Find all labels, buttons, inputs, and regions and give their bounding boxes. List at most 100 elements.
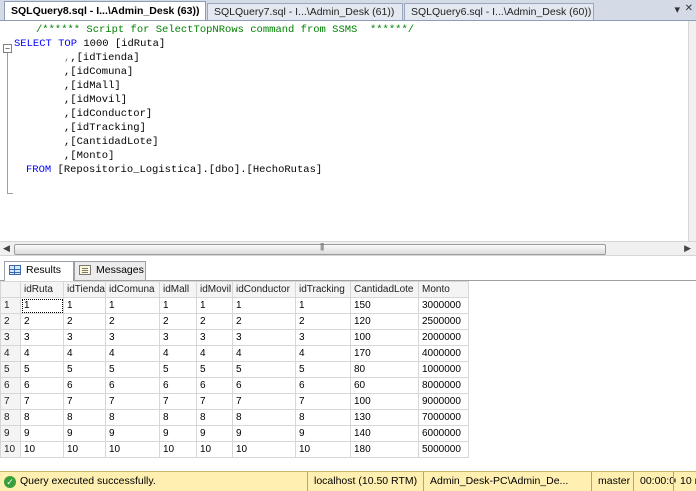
grid-cell[interactable]: 1 <box>159 297 197 314</box>
grid-cell[interactable]: 5 <box>295 361 351 378</box>
grid-cell[interactable]: 7 <box>159 393 197 410</box>
tab-messages[interactable]: Messages <box>74 261 146 280</box>
grid-cell[interactable]: 4000000 <box>418 345 469 362</box>
row-number[interactable]: 2 <box>0 313 21 330</box>
tab-sqlquery6[interactable]: SQLQuery6.sql - I...\Admin_Desk (60)) <box>404 3 594 20</box>
grid-cell[interactable]: 7 <box>295 393 351 410</box>
grid-cell[interactable]: 4 <box>196 345 233 362</box>
grid-cell[interactable]: 9000000 <box>418 393 469 410</box>
grid-cell[interactable]: 1 <box>196 297 233 314</box>
grid-cell[interactable]: 5 <box>159 361 197 378</box>
row-number[interactable]: 7 <box>0 393 21 410</box>
tab-sqlquery8[interactable]: SQLQuery8.sql - I...\Admin_Desk (63)) <box>4 1 206 20</box>
grid-cell[interactable]: 6 <box>295 377 351 394</box>
row-number[interactable]: 9 <box>0 425 21 442</box>
scrollbar-thumb[interactable]: ||| <box>14 242 606 255</box>
table-row[interactable]: 4 4 4 4 4 4 4 4 170 4000000 <box>0 345 469 362</box>
grid-cell[interactable]: 1 <box>20 297 64 314</box>
grid-cell[interactable]: 10 <box>295 441 351 458</box>
table-row[interactable]: 9 9 9 9 9 9 9 9 140 6000000 <box>0 425 469 442</box>
grid-cell[interactable]: 5 <box>105 361 160 378</box>
table-row[interactable]: 7 7 7 7 7 7 7 7 100 9000000 <box>0 393 469 410</box>
table-row[interactable]: 6 6 6 6 6 6 6 6 60 8000000 <box>0 377 469 394</box>
column-header[interactable]: idMovil <box>196 281 233 298</box>
grid-cell[interactable]: 9 <box>295 425 351 442</box>
grid-cell[interactable]: 2 <box>63 313 106 330</box>
table-row[interactable]: 1 1 1 1 1 1 1 1 150 3000000 <box>0 297 469 314</box>
grid-cell[interactable]: 8 <box>196 409 233 426</box>
grid-cell[interactable]: 4 <box>20 345 64 362</box>
grid-cell[interactable]: 10 <box>232 441 296 458</box>
column-header[interactable]: CantidadLote <box>350 281 419 298</box>
column-header[interactable]: Monto <box>418 281 469 298</box>
grid-cell[interactable]: 6 <box>196 377 233 394</box>
grid-cell[interactable]: 2 <box>295 313 351 330</box>
corner-cell[interactable] <box>0 281 21 298</box>
grid-cell[interactable]: 3 <box>196 329 233 346</box>
grid-cell[interactable]: 7 <box>105 393 160 410</box>
grid-cell[interactable]: 3 <box>295 329 351 346</box>
grid-cell[interactable]: 8 <box>232 409 296 426</box>
grid-cell[interactable]: 2 <box>159 313 197 330</box>
grid-cell[interactable]: 6 <box>232 377 296 394</box>
grid-cell[interactable]: 4 <box>232 345 296 362</box>
grid-cell[interactable]: 60 <box>350 377 419 394</box>
grid-cell[interactable]: 2 <box>196 313 233 330</box>
grid-cell[interactable]: 3 <box>63 329 106 346</box>
grid-cell[interactable]: 140 <box>350 425 419 442</box>
grid-cell[interactable]: 6 <box>20 377 64 394</box>
grid-cell[interactable]: 2 <box>105 313 160 330</box>
results-grid[interactable]: idRuta idTienda idComuna idMall idMovil idCon… <box>0 281 696 468</box>
grid-cell[interactable]: 3 <box>159 329 197 346</box>
scroll-left-arrow-icon[interactable]: ◀ <box>3 243 10 254</box>
grid-cell[interactable]: 3 <box>232 329 296 346</box>
grid-cell[interactable]: 2 <box>20 313 64 330</box>
grid-cell[interactable]: 2500000 <box>418 313 469 330</box>
grid-cell[interactable]: 8 <box>63 409 106 426</box>
grid-cell[interactable]: 5 <box>20 361 64 378</box>
grid-cell[interactable]: 180 <box>350 441 419 458</box>
table-row[interactable]: 8 8 8 8 8 8 8 8 130 7000000 <box>0 409 469 426</box>
grid-cell[interactable]: 4 <box>63 345 106 362</box>
tab-sqlquery7[interactable]: SQLQuery7.sql - I...\Admin_Desk (61)) <box>207 3 403 20</box>
collapse-region-icon[interactable]: − <box>3 44 12 53</box>
grid-cell[interactable]: 7 <box>232 393 296 410</box>
row-number[interactable]: 4 <box>0 345 21 362</box>
table-row[interactable]: 10 10 10 10 10 10 10 10 180 5000000 <box>0 441 469 458</box>
query-editor[interactable]: − /****** Script for SelectTopNRows comm… <box>0 21 688 241</box>
grid-cell[interactable]: 4 <box>295 345 351 362</box>
column-header[interactable]: idTienda <box>63 281 106 298</box>
grid-cell[interactable]: 9 <box>159 425 197 442</box>
row-number[interactable]: 3 <box>0 329 21 346</box>
grid-cell[interactable]: 80 <box>350 361 419 378</box>
row-number[interactable]: 1 <box>0 297 21 314</box>
grid-cell[interactable]: 7 <box>20 393 64 410</box>
column-header[interactable]: idComuna <box>105 281 160 298</box>
grid-cell[interactable]: 5 <box>63 361 106 378</box>
dropdown-pin-icon[interactable]: ▾ <box>674 3 680 16</box>
grid-cell[interactable]: 10 <box>105 441 160 458</box>
row-number[interactable]: 5 <box>0 361 21 378</box>
grid-cell[interactable]: 3000000 <box>418 297 469 314</box>
grid-cell[interactable]: 170 <box>350 345 419 362</box>
grid-cell[interactable]: 120 <box>350 313 419 330</box>
grid-cell[interactable]: 8 <box>20 409 64 426</box>
grid-cell[interactable]: 7000000 <box>418 409 469 426</box>
grid-cell[interactable]: 1 <box>63 297 106 314</box>
row-number[interactable]: 6 <box>0 377 21 394</box>
grid-cell[interactable]: 9 <box>105 425 160 442</box>
editor-vertical-scrollbar[interactable] <box>688 21 696 241</box>
grid-cell[interactable]: 1 <box>295 297 351 314</box>
grid-cell[interactable]: 3 <box>20 329 64 346</box>
table-row[interactable]: 3 3 3 3 3 3 3 3 100 2000000 <box>0 329 469 346</box>
grid-cell[interactable]: 6 <box>159 377 197 394</box>
grid-cell[interactable]: 6 <box>63 377 106 394</box>
close-icon[interactable]: ✕ <box>685 3 693 14</box>
column-header[interactable]: idRuta <box>20 281 64 298</box>
grid-cell[interactable]: 10 <box>196 441 233 458</box>
table-row[interactable]: 2 2 2 2 2 2 2 2 120 2500000 <box>0 313 469 330</box>
grid-cell[interactable]: 10 <box>63 441 106 458</box>
grid-cell[interactable]: 150 <box>350 297 419 314</box>
grid-cell[interactable]: 7 <box>196 393 233 410</box>
grid-cell[interactable]: 5 <box>232 361 296 378</box>
